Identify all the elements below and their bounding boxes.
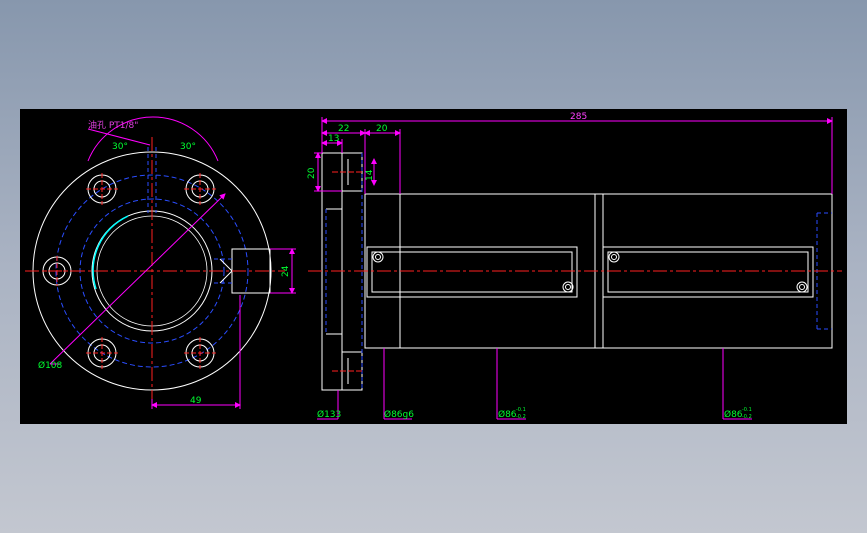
nut1-tolerance-lower: -0.2 <box>516 414 526 420</box>
bolt-hole <box>184 173 216 205</box>
bore-highlight-arc <box>92 215 129 290</box>
nut1-tolerance-upper: -0.1 <box>516 407 526 413</box>
flange-height-dimension: 20 <box>307 167 317 179</box>
bolt-hole <box>86 337 118 369</box>
angle-left-label: 30° <box>112 142 128 152</box>
inner-height-dimension: 14 <box>365 169 375 181</box>
bolt-hole <box>86 173 118 205</box>
flange-width-dimension: 22 <box>338 124 349 134</box>
offset-dimension: 49 <box>190 396 202 406</box>
nut-slot-2 <box>602 246 814 298</box>
nut2-tolerance-upper: -0.1 <box>742 407 752 413</box>
nut2-tolerance-lower: -0.2 <box>742 414 752 420</box>
total-length-dimension: 285 <box>570 112 587 122</box>
nut1-diameter-dimension: Ø86 <box>498 409 517 420</box>
nut-slot-1 <box>366 246 578 298</box>
angle-right-label: 30° <box>180 142 196 152</box>
cad-drawing: 油孔 PT1/8" 30° 30° Ø108 49 24 285 22 20 1… <box>25 112 842 420</box>
front-view: 油孔 PT1/8" 30° 30° Ø108 49 24 <box>25 116 296 409</box>
port-dimension: 24 <box>281 265 291 277</box>
oil-port-note: 油孔 PT1/8" <box>88 119 138 131</box>
bolt-hole <box>184 337 216 369</box>
nut2-diameter-dimension: Ø86 <box>724 409 743 420</box>
body-diameter-dimension: Ø86g6 <box>384 409 414 420</box>
neck-width-dimension: 20 <box>376 124 388 134</box>
cad-drawing-viewport: 油孔 PT1/8" 30° 30° Ø108 49 24 285 22 20 1… <box>20 109 847 424</box>
step-dimension: 13 <box>328 134 339 144</box>
side-view: 285 22 20 13 20 14 Ø133 Ø86g6 Ø86 -0.1 -… <box>307 112 842 420</box>
flange-diameter-dimension: Ø133 <box>317 409 341 420</box>
pcd-dimension: Ø108 <box>38 360 63 371</box>
